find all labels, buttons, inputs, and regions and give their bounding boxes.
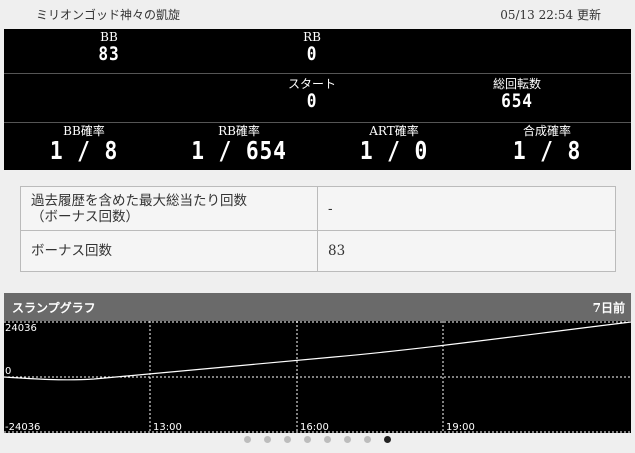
pager-dot[interactable]: [284, 436, 291, 443]
divider: [4, 73, 631, 74]
bonus-count-label: ボーナス回数: [20, 230, 318, 272]
divider: [4, 122, 631, 123]
graph-pager: [0, 436, 635, 443]
x-axis-label: 16:00: [300, 422, 329, 433]
art-prob-value: 1 / 0: [359, 136, 429, 165]
bonus-count-value: 83: [317, 230, 616, 272]
machine-name: ミリオンゴッド神々の凱旋: [36, 8, 181, 22]
rb-prob-value: 1 / 654: [191, 136, 287, 165]
y-axis-zero-label: 0: [5, 366, 11, 377]
total-spins: 総回転数 654: [467, 78, 567, 112]
graph-title: スランプグラフ: [12, 301, 96, 315]
pager-dot[interactable]: [364, 436, 371, 443]
pager-dot[interactable]: [344, 436, 351, 443]
total-value: 654: [501, 90, 533, 112]
updated-timestamp: 05/13 22:54 更新: [500, 8, 601, 22]
combined-probability: 合成確率 1 / 8: [487, 125, 607, 164]
rb-count: RB 0: [262, 31, 362, 65]
x-axis-label: 19:00: [446, 422, 475, 433]
art-probability: ART確率 1 / 0: [334, 125, 454, 164]
table-row: ボーナス回数 83: [20, 230, 616, 272]
data-panel: BB 83 RB 0 スタート 0 総回転数 654 BB確率 1 / 8 RB…: [4, 29, 631, 170]
combined-prob-value: 1 / 8: [512, 136, 582, 165]
slump-graph[interactable]: 24036 0 -24036 13:00 16:00 19:00: [4, 321, 631, 433]
pager-dot[interactable]: [324, 436, 331, 443]
x-axis-label: 13:00: [153, 422, 182, 433]
rb-value: 0: [306, 43, 318, 65]
start-value: 0: [306, 90, 318, 112]
start-count: スタート 0: [262, 78, 362, 112]
pager-dot[interactable]: [304, 436, 311, 443]
pager-dot[interactable]: [264, 436, 271, 443]
y-axis-min-label: -24036: [5, 422, 40, 433]
bb-probability: BB確率 1 / 8: [24, 125, 144, 164]
pager-dot[interactable]: [384, 436, 391, 443]
bb-prob-value: 1 / 8: [49, 136, 119, 165]
graph-day-label: 7日前: [592, 301, 625, 315]
max-hits-label-line2: （ボーナス回数）: [31, 208, 139, 225]
rb-probability: RB確率 1 / 654: [174, 125, 304, 164]
pager-dot[interactable]: [244, 436, 251, 443]
max-hits-label-line1: 過去履歴を含めた最大総当たり回数: [31, 192, 247, 209]
bb-value: 83: [98, 43, 120, 65]
bb-count: BB 83: [59, 31, 159, 65]
slump-graph-header: スランプグラフ 7日前: [4, 293, 631, 321]
bonus-info-table: 過去履歴を含めた最大総当たり回数 （ボーナス回数） - ボーナス回数 83: [20, 186, 616, 272]
page-header: ミリオンゴッド神々の凱旋 05/13 22:54 更新: [0, 0, 635, 28]
max-hits-value: -: [317, 186, 616, 231]
table-row: 過去履歴を含めた最大総当たり回数 （ボーナス回数） -: [20, 186, 616, 231]
y-axis-max-label: 24036: [5, 323, 37, 334]
max-hits-label: 過去履歴を含めた最大総当たり回数 （ボーナス回数）: [20, 186, 318, 231]
